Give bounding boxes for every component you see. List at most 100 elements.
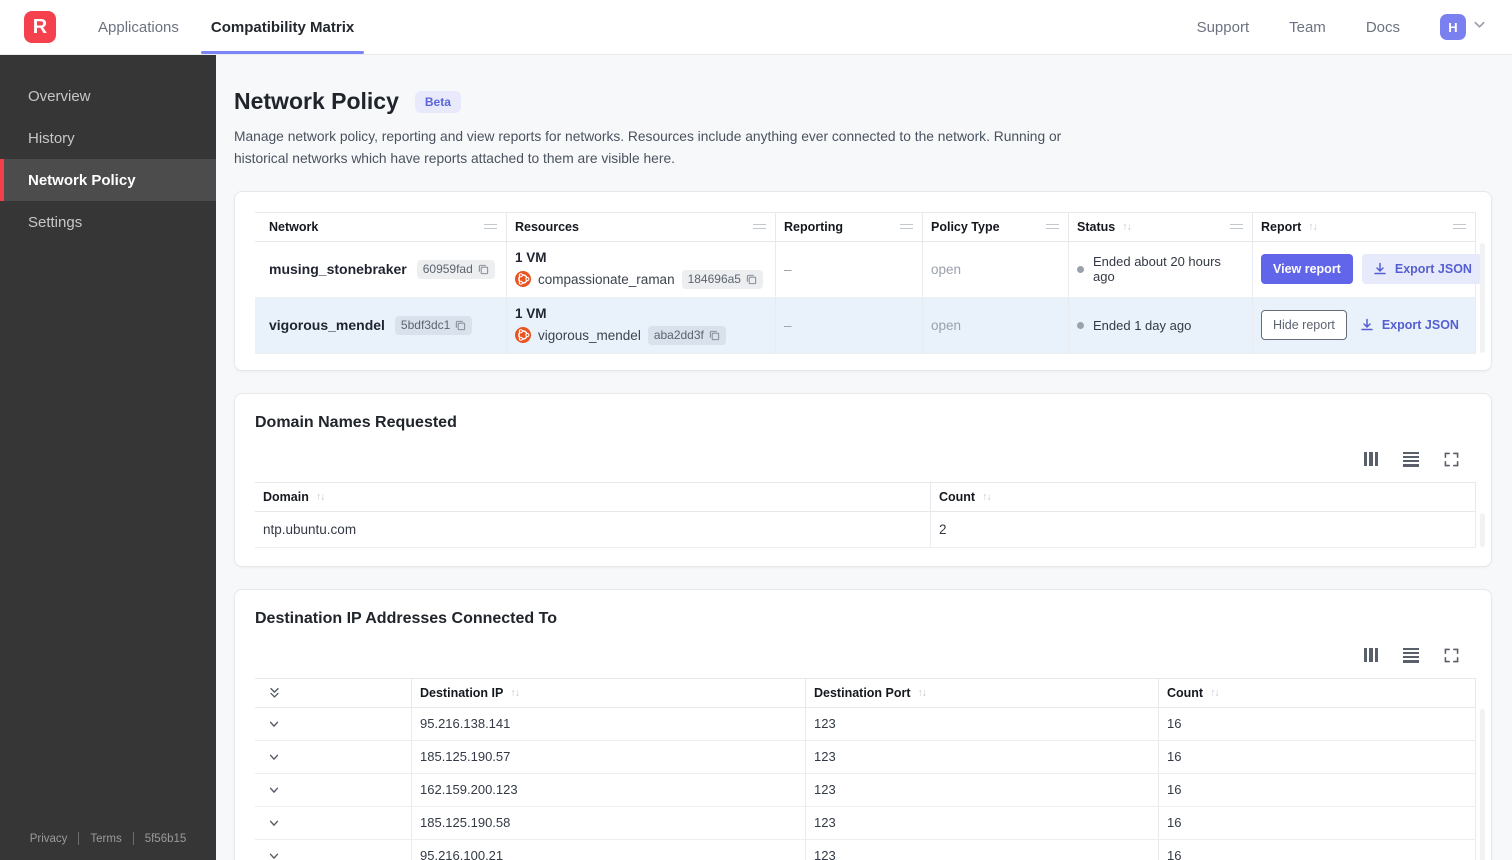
avatar[interactable]: H xyxy=(1440,14,1466,40)
footer-divider xyxy=(132,832,134,845)
destination-row[interactable]: 185.125.190.57 123 16 xyxy=(255,740,1476,774)
build-hash: 5f56b15 xyxy=(144,832,187,845)
count-cell: 16 xyxy=(1159,806,1476,839)
expand-icon[interactable] xyxy=(1444,452,1459,467)
column-header-destination-port: Destination Port ↑↓ xyxy=(806,678,1159,707)
column-header-domain: Domain ↑↓ xyxy=(255,482,931,511)
row-expand-icon[interactable] xyxy=(268,784,280,796)
row-density-icon[interactable] xyxy=(1403,647,1419,663)
download-icon xyxy=(1374,262,1386,275)
status-text: Ended 1 day ago xyxy=(1093,317,1192,333)
column-resize-handle[interactable] xyxy=(1046,224,1059,230)
resource-name[interactable]: compassionate_raman xyxy=(538,272,675,287)
count-cell: 16 xyxy=(1159,839,1476,860)
column-header-expander xyxy=(255,678,412,707)
network-hash-pill[interactable]: 5bdf3dc1 xyxy=(394,315,473,335)
sort-icon[interactable]: ↑↓ xyxy=(510,687,519,699)
app-logo[interactable]: R xyxy=(24,11,56,43)
destination-row[interactable]: 162.159.200.123 123 16 xyxy=(255,773,1476,807)
destination-row[interactable]: 95.216.100.21 123 16 xyxy=(255,839,1476,860)
ubuntu-icon xyxy=(515,271,531,288)
table-scrollbar[interactable] xyxy=(1480,512,1485,547)
sort-icon[interactable]: ↑↓ xyxy=(1210,687,1219,699)
row-expand-icon[interactable] xyxy=(268,718,280,730)
network-row-vigorous-mendel[interactable]: vigorous_mendel 5bdf3dc1 1 VM vigorous_m… xyxy=(255,297,1476,354)
destination-row[interactable]: 95.216.138.141 123 16 xyxy=(255,707,1476,741)
sort-icon[interactable]: ↑↓ xyxy=(918,687,927,699)
column-label: Report xyxy=(1261,219,1302,234)
column-label: Network xyxy=(269,219,319,234)
network-hash-pill[interactable]: 60959fad xyxy=(416,259,495,279)
table-scrollbar[interactable] xyxy=(1480,242,1485,353)
destination-row[interactable]: 185.125.190.58 123 16 xyxy=(255,806,1476,840)
view-report-button[interactable]: View report xyxy=(1261,254,1353,285)
table-toolbar xyxy=(255,451,1459,467)
hash-text: 60959fad xyxy=(422,262,473,277)
columns-icon[interactable] xyxy=(1363,648,1378,663)
link-docs[interactable]: Docs xyxy=(1366,19,1400,36)
sort-icon[interactable]: ↑↓ xyxy=(982,491,991,503)
ubuntu-icon xyxy=(515,327,531,344)
terms-link[interactable]: Terms xyxy=(90,833,121,845)
table-scrollbar[interactable] xyxy=(1480,708,1485,860)
sidebar-item-settings[interactable]: Settings xyxy=(0,201,216,243)
vm-count: 1 VM xyxy=(515,305,547,321)
expand-icon[interactable] xyxy=(1444,648,1459,663)
count-cell: 2 xyxy=(931,511,1476,547)
network-table-card: Network Resources Reporting Policy Type xyxy=(234,190,1492,371)
expand-all-icon[interactable] xyxy=(268,686,281,700)
domain-table-header: Domain ↑↓ Count ↑↓ xyxy=(255,481,1476,512)
row-expand-icon[interactable] xyxy=(268,850,280,860)
copy-icon[interactable] xyxy=(478,264,489,275)
columns-icon[interactable] xyxy=(1363,452,1378,467)
card-title: Domain Names Requested xyxy=(255,413,457,431)
column-resize-handle[interactable] xyxy=(900,224,913,230)
sidebar-item-overview[interactable]: Overview xyxy=(0,75,216,117)
reporting-cell: – xyxy=(776,297,923,353)
port-cell: 123 xyxy=(806,806,1159,839)
hash-text: aba2dd3f xyxy=(653,328,704,343)
page-title: Network Policy xyxy=(234,88,399,114)
copy-icon[interactable] xyxy=(709,330,720,341)
sort-icon[interactable]: ↑↓ xyxy=(1308,221,1317,233)
hash-text: 5bdf3dc1 xyxy=(400,318,451,333)
port-cell: 123 xyxy=(806,707,1159,740)
domain-row[interactable]: ntp.ubuntu.com 2 xyxy=(255,511,1476,548)
export-json-button[interactable]: Export JSON xyxy=(1361,254,1483,285)
link-support[interactable]: Support xyxy=(1197,19,1250,36)
privacy-link[interactable]: Privacy xyxy=(30,833,68,845)
network-row-musing-stonebraker[interactable]: musing_stonebraker 60959fad 1 VM compass… xyxy=(255,241,1483,298)
resource-hash-pill[interactable]: 184696a5 xyxy=(681,269,763,289)
policy-type-cell: open xyxy=(923,241,1069,297)
sort-icon[interactable]: ↑↓ xyxy=(1122,221,1131,233)
sidebar-item-network-policy[interactable]: Network Policy xyxy=(0,159,216,201)
hide-report-button[interactable]: Hide report xyxy=(1261,310,1347,341)
link-team[interactable]: Team xyxy=(1289,19,1326,36)
sidebar-item-history[interactable]: History xyxy=(0,117,216,159)
resource-hash-pill[interactable]: aba2dd3f xyxy=(647,325,726,345)
copy-icon[interactable] xyxy=(746,274,757,285)
column-resize-handle[interactable] xyxy=(753,224,766,230)
column-resize-handle[interactable] xyxy=(1453,224,1466,230)
sort-icon[interactable]: ↑↓ xyxy=(316,491,325,503)
tab-applications[interactable]: Applications xyxy=(82,0,195,54)
column-resize-handle[interactable] xyxy=(484,224,497,230)
card-title: Destination IP Addresses Connected To xyxy=(255,609,557,627)
column-header-count: Count ↑↓ xyxy=(931,482,1476,511)
column-header-report: Report ↑↓ xyxy=(1253,212,1476,241)
row-density-icon[interactable] xyxy=(1403,451,1419,467)
column-resize-handle[interactable] xyxy=(1230,224,1243,230)
column-label: Reporting xyxy=(784,219,844,234)
export-label: Export JSON xyxy=(1394,262,1472,277)
resource-name[interactable]: vigorous_mendel xyxy=(538,328,641,343)
tab-compatibility-matrix[interactable]: Compatibility Matrix xyxy=(195,0,370,54)
export-json-button[interactable]: Export JSON xyxy=(1356,310,1470,340)
row-expand-icon[interactable] xyxy=(268,751,280,763)
row-expand-icon[interactable] xyxy=(268,817,280,829)
account-menu[interactable]: H xyxy=(1440,14,1486,40)
hash-text: 184696a5 xyxy=(687,272,741,287)
vm-count: 1 VM xyxy=(515,249,547,265)
copy-icon[interactable] xyxy=(455,320,466,331)
column-label: Count xyxy=(1167,685,1204,700)
port-cell: 123 xyxy=(806,839,1159,860)
